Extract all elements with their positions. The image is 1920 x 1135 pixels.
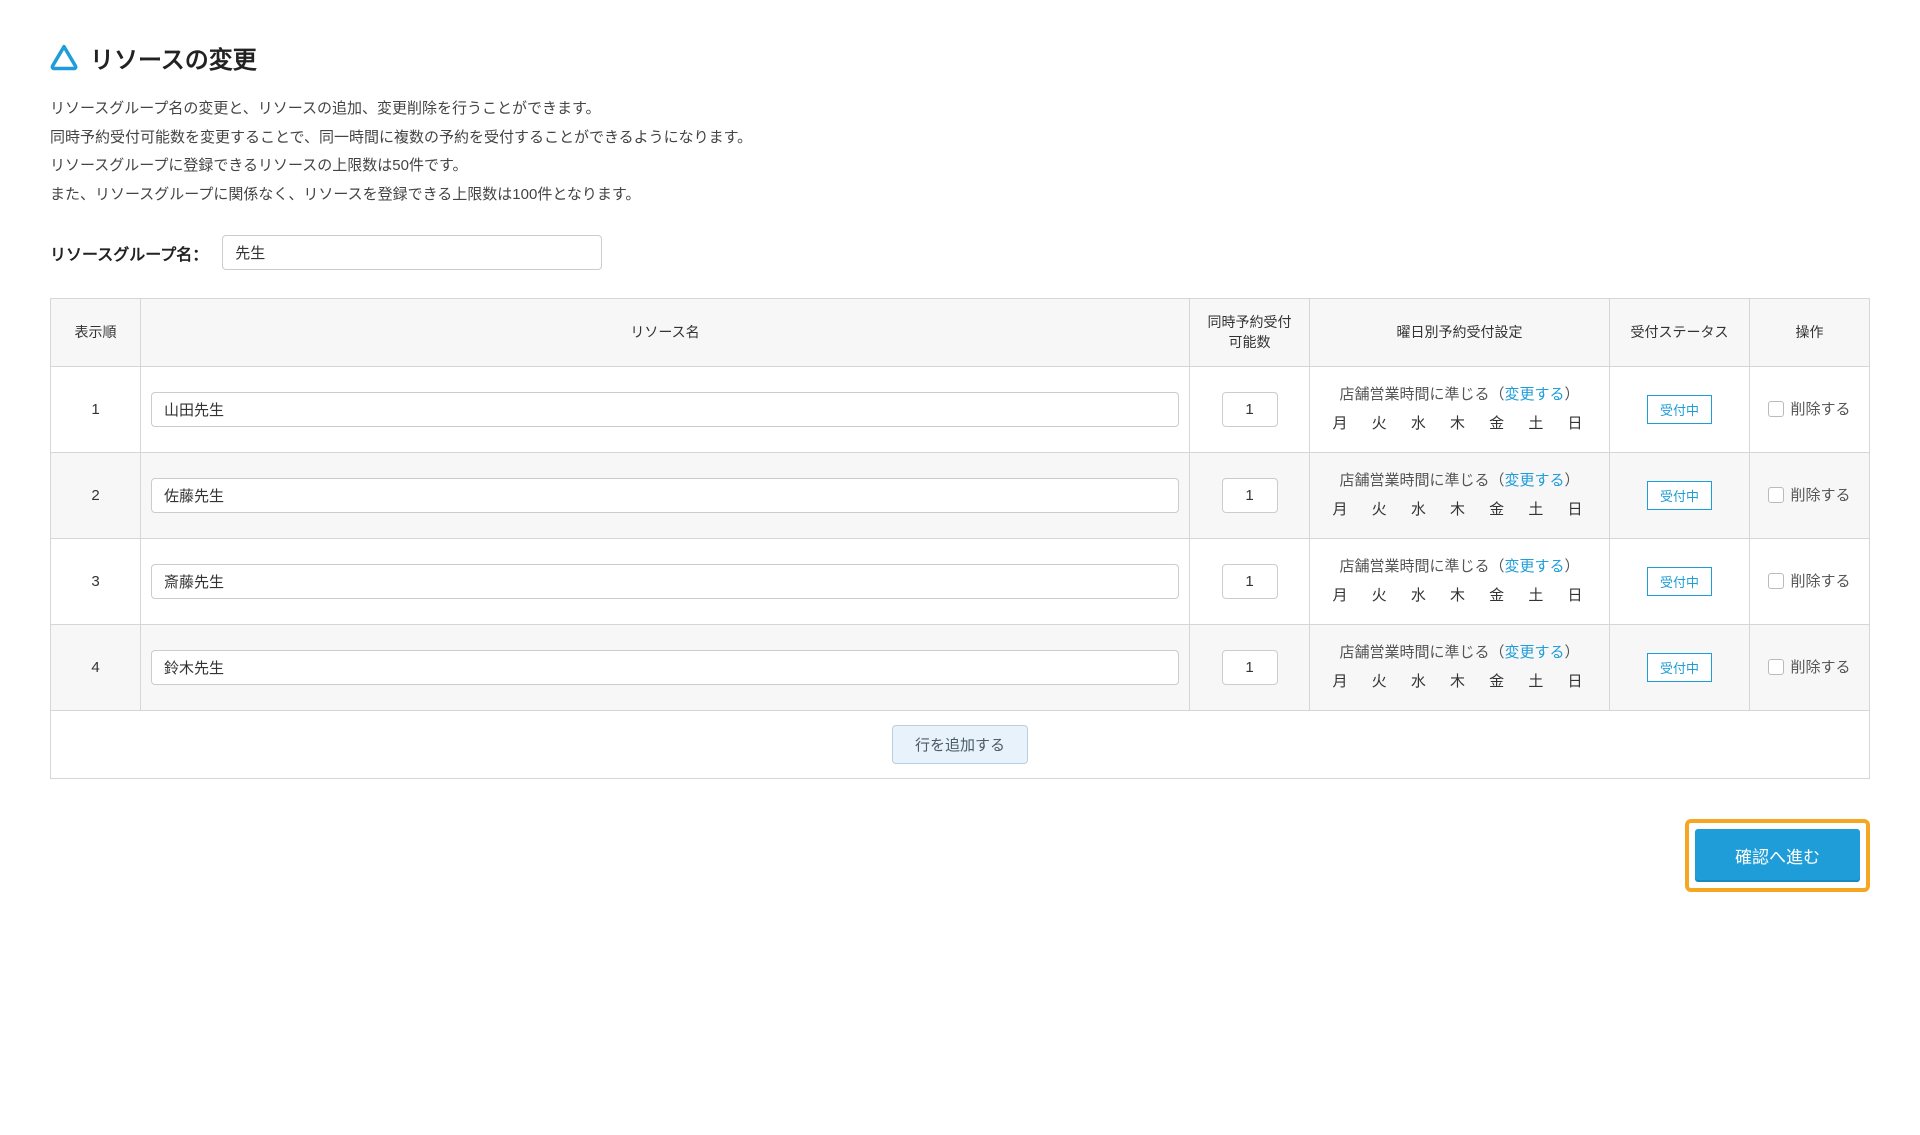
delete-text: 削除する (1790, 398, 1850, 419)
change-weekday-link[interactable]: 変更する (1504, 644, 1564, 661)
cell-name (141, 539, 1190, 625)
delete-label[interactable]: 削除する (1768, 656, 1850, 677)
delete-checkbox[interactable] (1768, 401, 1784, 417)
add-row-button[interactable]: 行を追加する (892, 725, 1028, 764)
order-value: 1 (91, 401, 99, 418)
th-order: 表示順 (51, 299, 141, 367)
resource-name-input[interactable] (151, 564, 1179, 599)
table-row: 2 店舗営業時間に準じる（変更する） 月 火 水 木 金 土 日 受付中 削除す… (51, 453, 1870, 539)
cell-status: 受付中 (1610, 367, 1750, 453)
delete-label[interactable]: 削除する (1768, 398, 1850, 419)
group-name-input[interactable] (222, 235, 602, 270)
cell-action: 削除する (1750, 367, 1870, 453)
th-action: 操作 (1750, 299, 1870, 367)
status-badge: 受付中 (1647, 653, 1712, 682)
weekday-prefix: 店舗営業時間に準じる（ (1339, 386, 1504, 403)
cell-status: 受付中 (1610, 453, 1750, 539)
cell-order: 4 (51, 625, 141, 711)
cell-order: 1 (51, 367, 141, 453)
desc-line: 同時予約受付可能数を変更することで、同一時間に複数の予約を受付することができるよ… (50, 124, 1870, 153)
cell-status: 受付中 (1610, 625, 1750, 711)
add-row-cell: 行を追加する (51, 711, 1870, 779)
capacity-input[interactable] (1222, 650, 1278, 685)
footer: 確認へ進む (50, 819, 1870, 892)
page-description: リソースグループ名の変更と、リソースの追加、変更削除を行うことができます。 同時… (50, 95, 1870, 209)
desc-line: リソースグループに登録できるリソースの上限数は50件です。 (50, 152, 1870, 181)
weekday-prefix: 店舗営業時間に準じる（ (1339, 644, 1504, 661)
cell-order: 3 (51, 539, 141, 625)
weekday-prefix: 店舗営業時間に準じる（ (1339, 472, 1504, 489)
page-title: リソースの変更 (90, 40, 257, 75)
cell-action: 削除する (1750, 625, 1870, 711)
cell-weekday: 店舗営業時間に準じる（変更する） 月 火 水 木 金 土 日 (1310, 367, 1610, 453)
desc-line: また、リソースグループに関係なく、リソースを登録できる上限数は100件となります… (50, 181, 1870, 210)
table-row: 1 店舗営業時間に準じる（変更する） 月 火 水 木 金 土 日 受付中 削除す… (51, 367, 1870, 453)
order-value: 2 (91, 487, 99, 504)
th-name: リソース名 (141, 299, 1190, 367)
weekday-days: 月 火 水 木 金 土 日 (1326, 410, 1599, 439)
confirm-highlight-box: 確認へ進む (1685, 819, 1870, 892)
table-row: 3 店舗営業時間に準じる（変更する） 月 火 水 木 金 土 日 受付中 削除す… (51, 539, 1870, 625)
order-value: 3 (91, 573, 99, 590)
cell-weekday: 店舗営業時間に準じる（変更する） 月 火 水 木 金 土 日 (1310, 539, 1610, 625)
cell-name (141, 367, 1190, 453)
status-badge: 受付中 (1647, 395, 1712, 424)
resource-name-input[interactable] (151, 392, 1179, 427)
delete-checkbox[interactable] (1768, 487, 1784, 503)
cell-action: 削除する (1750, 453, 1870, 539)
cell-capacity (1190, 367, 1310, 453)
delete-label[interactable]: 削除する (1768, 484, 1850, 505)
weekday-suffix: ） (1565, 386, 1580, 403)
change-weekday-link[interactable]: 変更する (1504, 386, 1564, 403)
resource-name-input[interactable] (151, 478, 1179, 513)
change-weekday-link[interactable]: 変更する (1504, 472, 1564, 489)
confirm-button[interactable]: 確認へ進む (1695, 829, 1860, 882)
triangle-logo-icon (50, 44, 78, 72)
page-header: リソースの変更 (50, 40, 1870, 75)
delete-checkbox[interactable] (1768, 573, 1784, 589)
weekday-days: 月 火 水 木 金 土 日 (1326, 668, 1599, 697)
cell-weekday: 店舗営業時間に準じる（変更する） 月 火 水 木 金 土 日 (1310, 453, 1610, 539)
desc-line: リソースグループ名の変更と、リソースの追加、変更削除を行うことができます。 (50, 95, 1870, 124)
delete-checkbox[interactable] (1768, 659, 1784, 675)
delete-text: 削除する (1790, 570, 1850, 591)
th-weekday: 曜日別予約受付設定 (1310, 299, 1610, 367)
cell-capacity (1190, 625, 1310, 711)
resource-name-input[interactable] (151, 650, 1179, 685)
table-row: 4 店舗営業時間に準じる（変更する） 月 火 水 木 金 土 日 受付中 削除す… (51, 625, 1870, 711)
weekday-suffix: ） (1565, 644, 1580, 661)
status-badge: 受付中 (1647, 567, 1712, 596)
weekday-prefix: 店舗営業時間に準じる（ (1339, 558, 1504, 575)
delete-label[interactable]: 削除する (1768, 570, 1850, 591)
capacity-input[interactable] (1222, 392, 1278, 427)
delete-text: 削除する (1790, 656, 1850, 677)
weekday-days: 月 火 水 木 金 土 日 (1326, 582, 1599, 611)
change-weekday-link[interactable]: 変更する (1504, 558, 1564, 575)
cell-weekday: 店舗営業時間に準じる（変更する） 月 火 水 木 金 土 日 (1310, 625, 1610, 711)
cell-name (141, 625, 1190, 711)
th-status: 受付ステータス (1610, 299, 1750, 367)
cell-order: 2 (51, 453, 141, 539)
order-value: 4 (91, 659, 99, 676)
cell-name (141, 453, 1190, 539)
capacity-input[interactable] (1222, 478, 1278, 513)
status-badge: 受付中 (1647, 481, 1712, 510)
th-capacity: 同時予約受付 可能数 (1190, 299, 1310, 367)
weekday-suffix: ） (1565, 558, 1580, 575)
weekday-suffix: ） (1565, 472, 1580, 489)
group-name-label: リソースグループ名： (50, 241, 208, 265)
cell-status: 受付中 (1610, 539, 1750, 625)
resource-table: 表示順 リソース名 同時予約受付 可能数 曜日別予約受付設定 受付ステータス 操… (50, 298, 1870, 779)
delete-text: 削除する (1790, 484, 1850, 505)
cell-capacity (1190, 539, 1310, 625)
capacity-input[interactable] (1222, 564, 1278, 599)
cell-capacity (1190, 453, 1310, 539)
cell-action: 削除する (1750, 539, 1870, 625)
group-name-row: リソースグループ名： (50, 235, 1870, 270)
weekday-days: 月 火 水 木 金 土 日 (1326, 496, 1599, 525)
